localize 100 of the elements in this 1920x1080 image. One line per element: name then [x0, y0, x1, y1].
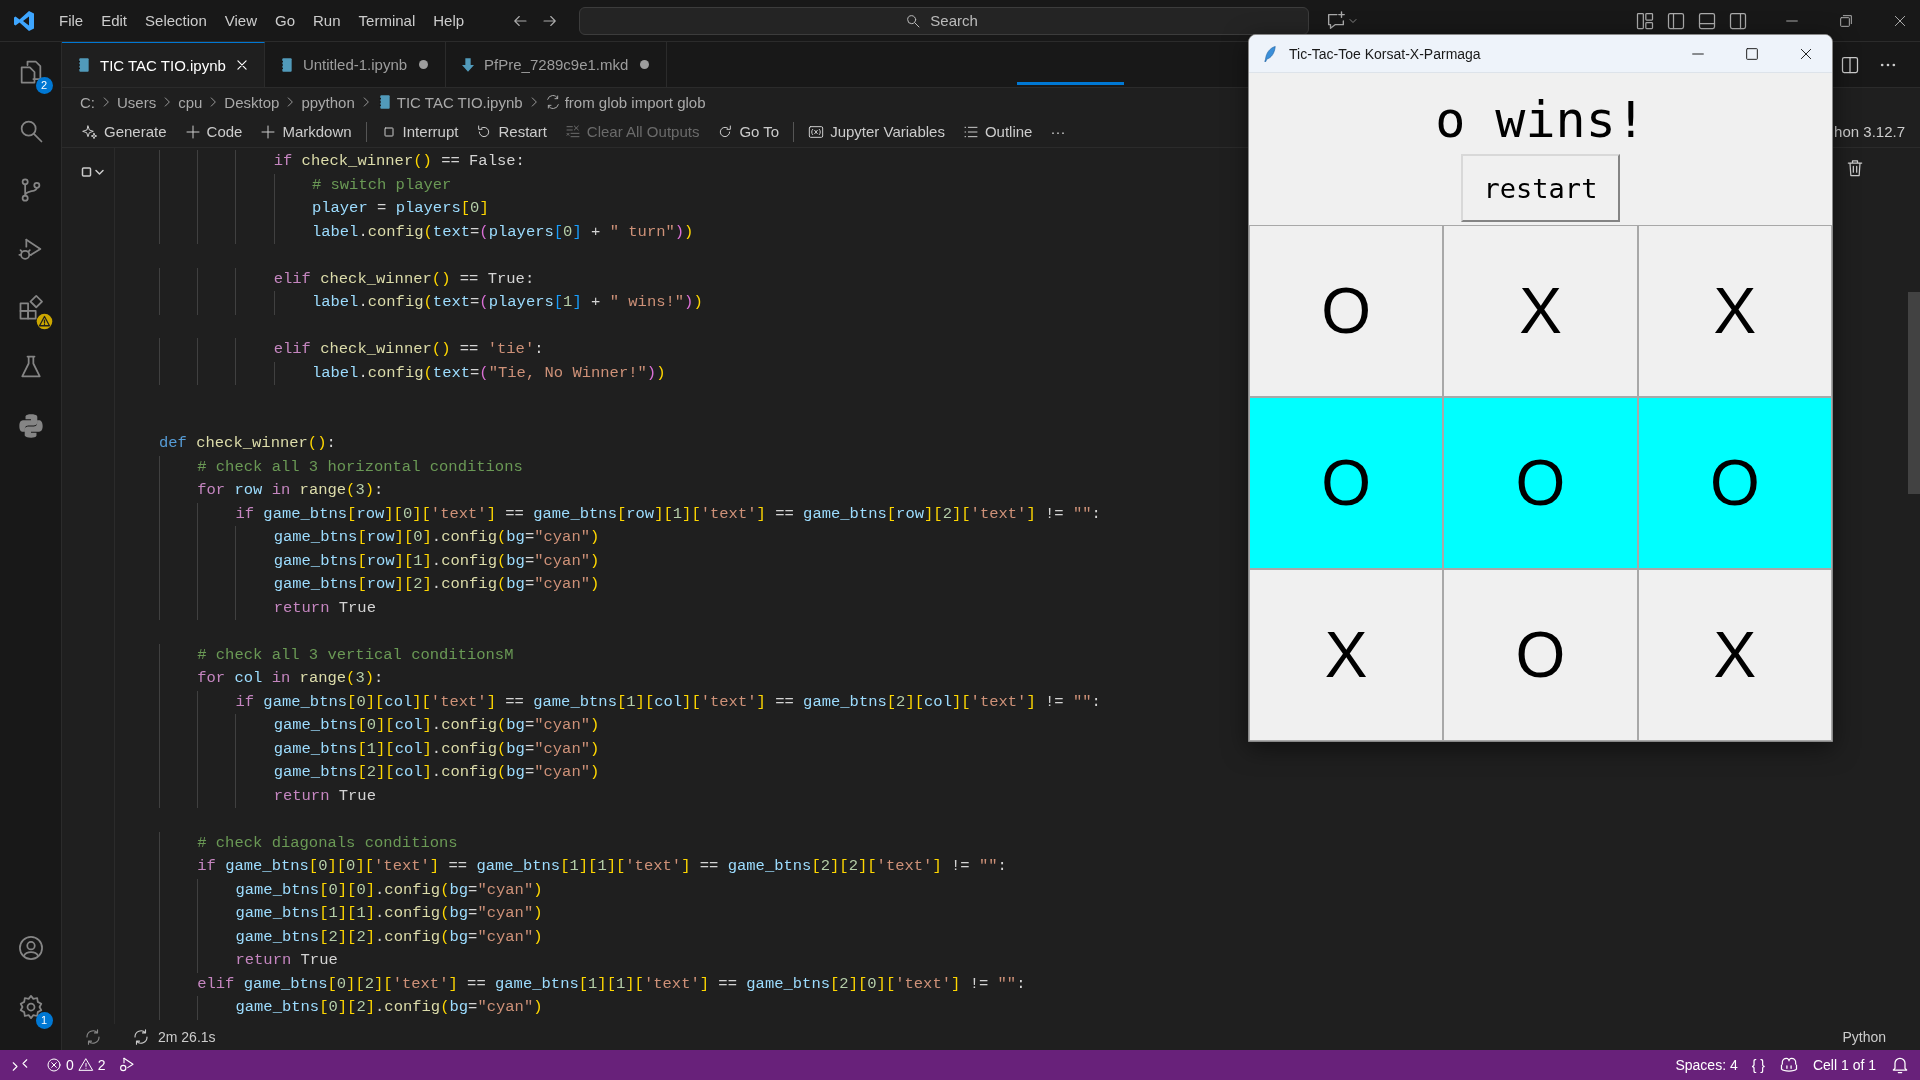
error-count[interactable]: 0 [66, 1057, 74, 1073]
error-icon [46, 1057, 62, 1073]
unsaved-dot [418, 60, 428, 69]
code-line: game_btns[0][col].config(bg="cyan") [159, 714, 600, 738]
restart-button[interactable]: restart [1461, 154, 1620, 222]
trash-icon[interactable] [1845, 158, 1865, 178]
tab[interactable]: TIC TAC TIO.ipynb [62, 42, 265, 87]
menu-item[interactable]: Selection [136, 8, 216, 33]
code-line: game_btns[row][2].config(bg="cyan") [159, 573, 600, 597]
toolbar-button[interactable]: Outline [956, 121, 1039, 142]
menu-item[interactable]: Help [424, 8, 474, 33]
code-line: elif game_btns[0][2]['text'] == game_btns[1][1]['text'] == game_btns[2][0]['text'] != "": [159, 972, 1026, 996]
code-line: if game_btns[0][0]['text'] == game_btns[1][1]['text'] == game_btns[2][2]['text'] != "": [159, 855, 1007, 879]
code-line: if game_btns[row][0]['text'] == game_btns[row][1]['text'] == game_btns[row][2]['text'] != "": [159, 502, 1101, 526]
board-cell[interactable]: X [1637, 569, 1832, 741]
toolbar-button[interactable]: Generate [76, 121, 173, 142]
execution-time: 2m 26.1s [158, 1029, 216, 1045]
board-cell[interactable]: O [1249, 225, 1444, 397]
breadcrumb-item[interactable]: cpu [178, 93, 203, 111]
breadcrumb-item[interactable]: Desktop [224, 93, 280, 111]
code-line: label.config(text=(players[1] + " wins!")) [159, 291, 703, 315]
kernel-label[interactable]: hon 3.12.7 [1834, 123, 1920, 140]
board-cell[interactable]: X [1443, 225, 1638, 397]
board-cell[interactable]: O [1637, 397, 1832, 569]
code-line: game_btns[0][0].config(bg="cyan") [159, 878, 543, 902]
board-cell[interactable]: X [1637, 225, 1832, 397]
menu-item[interactable]: Go [266, 8, 304, 33]
restore-icon[interactable] [1838, 12, 1855, 29]
clear-icon [564, 123, 581, 140]
refresh-icon[interactable] [84, 1028, 102, 1046]
toolbar-button[interactable]: Jupyter Variables [802, 121, 951, 142]
toolbar-button[interactable]: Interrupt [374, 121, 465, 142]
cycle-icon [544, 94, 561, 110]
account-icon[interactable] [16, 934, 45, 962]
status-item[interactable]: Cell 1 of 1 [1812, 1057, 1876, 1073]
copilot-icon[interactable] [1778, 1055, 1799, 1075]
code-line: def check_winner(): [159, 433, 336, 454]
breadcrumb-item[interactable]: from glob import glob [564, 93, 706, 111]
menu-item[interactable]: Terminal [349, 8, 425, 33]
feather-icon [1261, 44, 1279, 63]
menu-item[interactable]: Edit [92, 8, 137, 33]
split-editor-icon[interactable] [1840, 54, 1860, 75]
menu-item[interactable]: Run [304, 8, 350, 33]
count-badge: 2 [35, 77, 53, 94]
play-bug-icon[interactable] [117, 1056, 136, 1074]
count-badge: 1 [35, 1012, 53, 1029]
breadcrumb-item[interactable]: ppython [301, 93, 355, 111]
toolbar-button[interactable]: Go To [711, 121, 786, 142]
code-line: # check diagonals conditions [159, 831, 458, 855]
notebook-icon [376, 94, 393, 110]
scrollbar-thumb[interactable] [1908, 292, 1920, 494]
board-cell[interactable]: O [1443, 397, 1638, 569]
layout-icon[interactable] [1697, 10, 1718, 31]
warning-icon [77, 1057, 94, 1073]
toolbar-button[interactable]: Restart [470, 121, 553, 142]
code-line: return True [159, 784, 376, 808]
code-line: game_btns[row][1].config(bg="cyan") [159, 549, 600, 573]
breadcrumb-item[interactable]: C: [80, 93, 95, 111]
toolbar-button[interactable]: Code [178, 121, 249, 142]
goto-icon [717, 123, 734, 140]
menu-item[interactable]: File [50, 8, 93, 33]
python-icon[interactable] [16, 412, 45, 440]
breadcrumb-item[interactable]: Users [117, 93, 157, 111]
maximize-icon[interactable] [1744, 45, 1760, 62]
code-line: for col in range(3): [159, 667, 384, 691]
chat-icon[interactable] [1325, 9, 1348, 32]
board-cell[interactable]: O [1443, 569, 1638, 741]
variables-icon [808, 123, 825, 140]
layout-icon[interactable] [1666, 10, 1687, 31]
code-line: label.config(text=("Tie, No Winner!")) [159, 361, 666, 385]
code-line: game_btns[2][2].config(bg="cyan") [159, 925, 543, 949]
layout-icon[interactable] [1635, 10, 1656, 31]
breadcrumb-item[interactable]: TIC TAC TIO.ipynb [396, 93, 523, 111]
cell-language[interactable]: Python [1842, 1029, 1886, 1045]
status-item[interactable]: { } [1751, 1057, 1765, 1073]
status-item[interactable]: Spaces: 4 [1675, 1057, 1738, 1073]
notebook-icon [76, 57, 92, 73]
close-icon[interactable] [234, 58, 249, 72]
plus-icon [260, 123, 277, 140]
menu-item[interactable]: View [215, 8, 266, 33]
board-cell[interactable]: X [1249, 569, 1444, 741]
more-button[interactable]: ··· [1044, 121, 1072, 142]
remote-icon[interactable] [11, 1056, 29, 1074]
search-field[interactable]: Search [579, 6, 1310, 35]
bell-icon[interactable] [1890, 1055, 1910, 1075]
code-line: player = players[0] [159, 197, 489, 221]
sparkle-icon [82, 123, 98, 140]
code-line: for row in range(3): [159, 479, 384, 503]
toolbar-button[interactable]: Markdown [254, 121, 358, 142]
code-line: game_btns[1][1].config(bg="cyan") [159, 902, 543, 926]
plus-icon [184, 123, 201, 140]
code-line: # check all 3 horizontal conditions [159, 455, 523, 479]
layout-icon[interactable] [1728, 10, 1749, 31]
board-cell[interactable]: O [1249, 397, 1444, 569]
warning-count[interactable]: 2 [97, 1057, 106, 1073]
code-line: game_btns[1][col].config(bg="cyan") [159, 737, 600, 761]
code-line: game_btns[row][0].config(bg="cyan") [159, 526, 600, 550]
download-arrow-icon [460, 56, 477, 73]
code-line: return True [159, 949, 338, 973]
code-line: game_btns[0][2].config(bg="cyan") [159, 996, 543, 1020]
